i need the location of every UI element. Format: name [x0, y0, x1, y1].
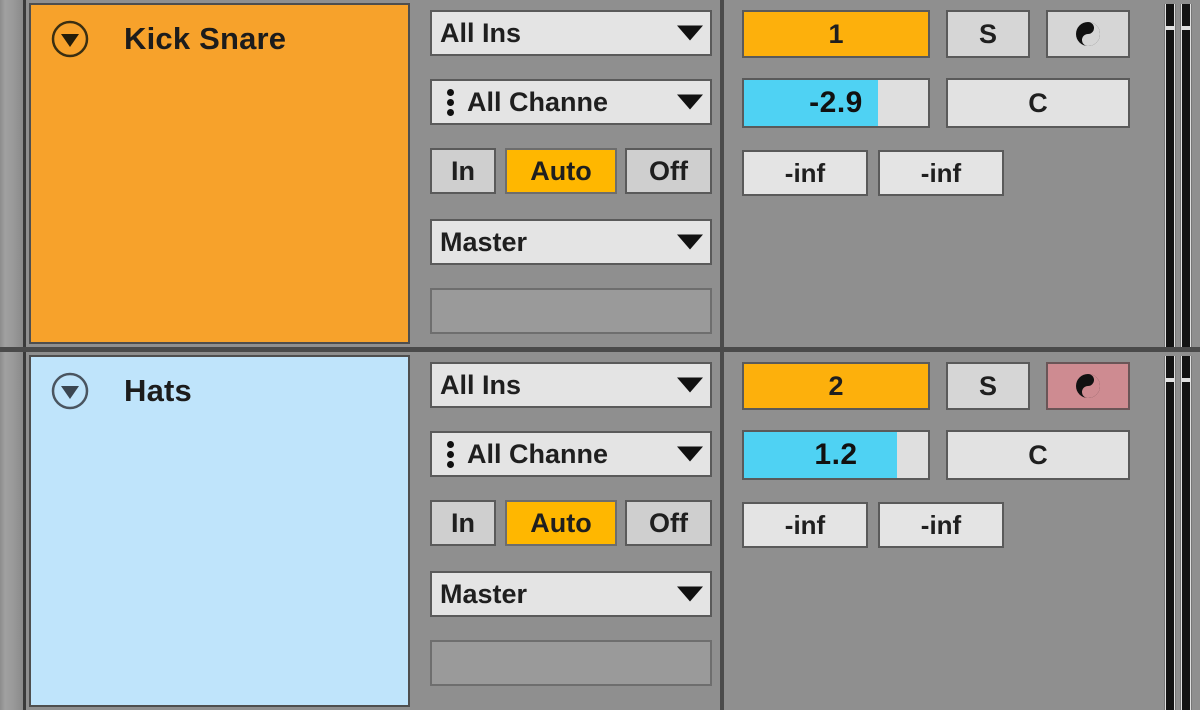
send-a-control[interactable]: -inf [742, 150, 868, 196]
track-row: Kick Snare All Ins All Channe In Auto Of… [0, 0, 1200, 349]
chevron-down-icon [677, 94, 703, 110]
input-channel-label: All Channe [467, 86, 609, 117]
monitor-section: In Auto Off [430, 500, 712, 546]
track-title: Hats [124, 373, 192, 408]
volume-slider[interactable]: 1.2 [742, 430, 930, 480]
track-gutter[interactable] [0, 352, 26, 710]
send-b-control[interactable]: -inf [878, 502, 1004, 548]
input-channel-dropdown[interactable]: All Channe [430, 431, 712, 477]
pan-control[interactable]: C [946, 430, 1130, 480]
track-level-meter [1160, 352, 1200, 710]
output-type-label: Master [440, 226, 528, 257]
track-io-column: All Ins All Channe In Auto Off Master [418, 0, 724, 349]
volume-value: 1.2 [814, 438, 858, 471]
chevron-down-circle-icon[interactable] [50, 371, 90, 411]
meter-right-channel [1180, 4, 1192, 349]
solo-button[interactable]: S [946, 10, 1030, 58]
chevron-down-icon [677, 25, 703, 41]
track-activator-button[interactable]: 1 [742, 10, 930, 58]
chevron-down-icon [677, 377, 703, 393]
input-channel-dropdown[interactable]: All Channe [430, 79, 712, 125]
output-type-dropdown[interactable]: Master [430, 219, 712, 265]
volume-slider[interactable]: -2.9 [742, 78, 930, 128]
track-row: Hats All Ins All Channe In Auto Off Mast… [0, 352, 1200, 710]
monitor-auto-button[interactable]: Auto [505, 500, 617, 546]
monitor-off-button[interactable]: Off [625, 500, 712, 546]
mixer-panel: Kick Snare All Ins All Channe In Auto Of… [0, 0, 1200, 710]
track-title: Kick Snare [124, 21, 287, 56]
track-level-meter [1160, 0, 1200, 349]
chevron-down-icon [677, 586, 703, 602]
monitor-off-button[interactable]: Off [625, 148, 712, 194]
input-type-dropdown[interactable]: All Ins [430, 10, 712, 56]
track-name-panel[interactable]: Hats [29, 355, 410, 707]
track-name-panel[interactable]: Kick Snare [29, 3, 410, 344]
monitor-section: In Auto Off [430, 148, 712, 194]
send-b-control[interactable]: -inf [878, 150, 1004, 196]
input-channel-label: All Channe [467, 438, 609, 469]
meter-left-channel [1164, 356, 1176, 710]
output-type-dropdown[interactable]: Master [430, 571, 712, 617]
volume-value: -2.9 [809, 86, 863, 119]
input-type-dropdown[interactable]: All Ins [430, 362, 712, 408]
three-dots-icon [442, 88, 458, 116]
output-channel-slot[interactable] [430, 288, 712, 334]
send-a-control[interactable]: -inf [742, 502, 868, 548]
chevron-down-icon [677, 446, 703, 462]
chevron-down-circle-icon[interactable] [50, 19, 90, 59]
record-arm-icon[interactable] [1046, 362, 1130, 410]
solo-button[interactable]: S [946, 362, 1030, 410]
record-arm-icon[interactable] [1046, 10, 1130, 58]
chevron-down-icon [677, 234, 703, 250]
three-dots-icon [442, 440, 458, 468]
meter-left-channel [1164, 4, 1176, 349]
input-type-label: All Ins [440, 369, 522, 400]
monitor-in-button[interactable]: In [430, 500, 496, 546]
track-gutter[interactable] [0, 0, 26, 349]
monitor-auto-button[interactable]: Auto [505, 148, 617, 194]
track-mixer-column: 2 S 1.2 C -inf -inf [730, 352, 1200, 710]
monitor-in-button[interactable]: In [430, 148, 496, 194]
track-mixer-column: 1 S -2.9 C -inf -inf [730, 0, 1200, 349]
track-io-column: All Ins All Channe In Auto Off Master [418, 352, 724, 710]
pan-control[interactable]: C [946, 78, 1130, 128]
meter-right-channel [1180, 356, 1192, 710]
input-type-label: All Ins [440, 17, 522, 48]
track-activator-button[interactable]: 2 [742, 362, 930, 410]
output-type-label: Master [440, 578, 528, 609]
output-channel-slot[interactable] [430, 640, 712, 686]
